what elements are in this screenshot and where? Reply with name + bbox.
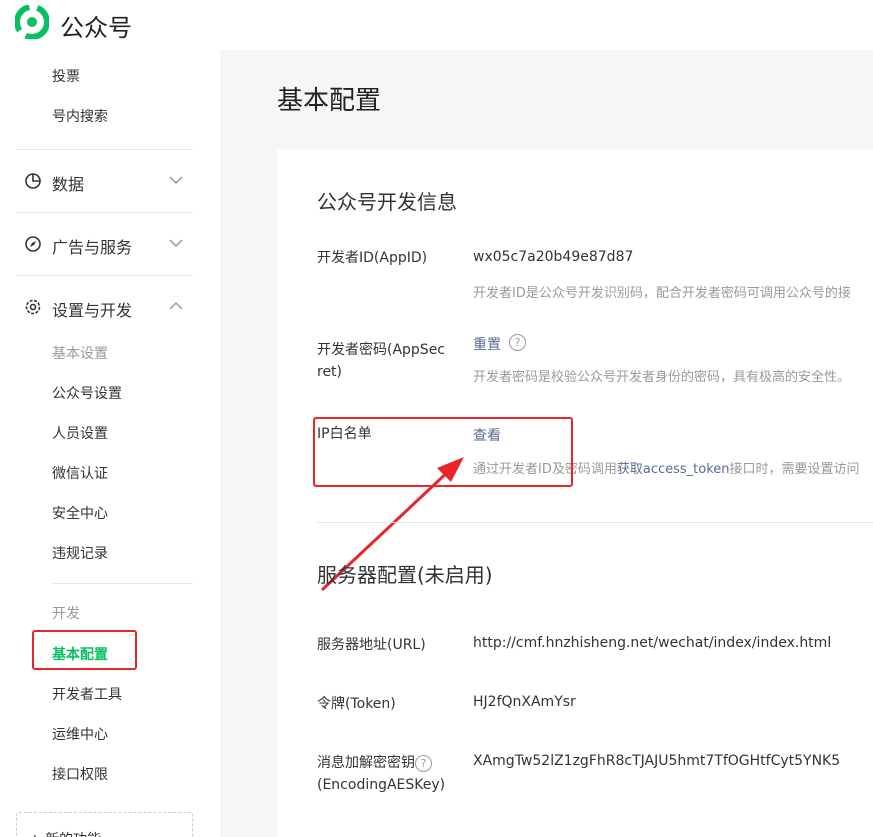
token-label: 令牌(Token) [317,696,396,712]
aes-key-label-text: 消息加解密密钥 [317,755,415,771]
aes-key-label-line2: (EncodingAESKey) [317,777,446,793]
help-icon[interactable]: ? [415,754,432,772]
aes-key-label-line1: 消息加解密密钥? [317,752,432,774]
section-title-server-config: 服务器配置(未启用) [317,563,493,587]
server-url-value: http://cmf.hnzhisheng.net/wechat/index/i… [473,635,832,651]
token-value: HJ2fQnXAmYsr [473,694,576,710]
annotation-arrow [320,457,464,592]
aes-key-value: XAmgTw52lZ1zgFhR8cTJAJU5hmt7TfOGHtfCyt5Y… [473,753,841,769]
server-url-label: 服务器地址(URL) [317,637,426,653]
section-divider [317,522,873,523]
